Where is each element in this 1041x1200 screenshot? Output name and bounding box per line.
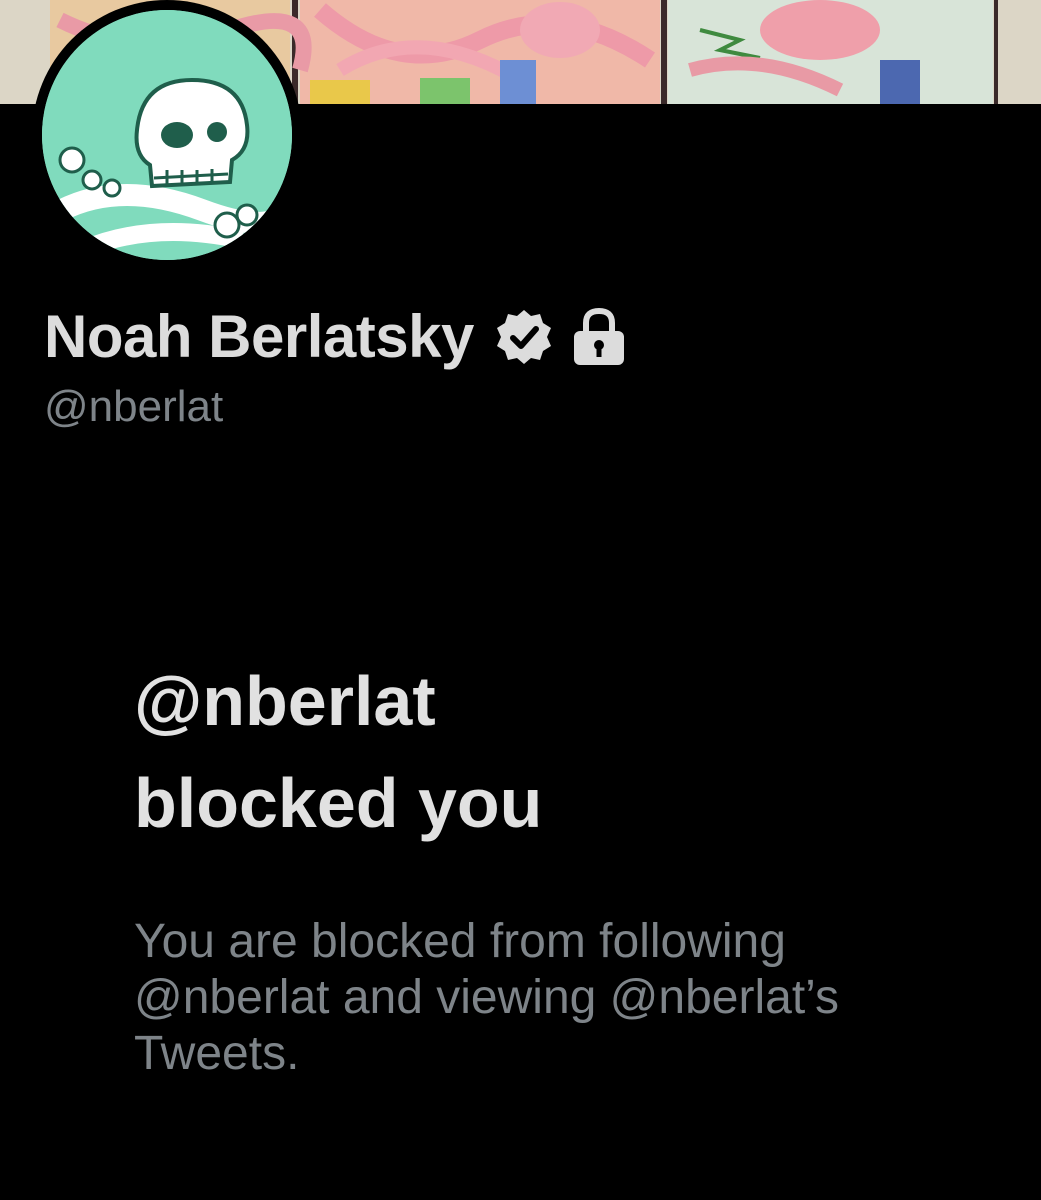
blocked-title-handle: @nberlat (134, 662, 436, 740)
avatar[interactable] (42, 10, 292, 260)
lock-icon (570, 307, 628, 367)
blocked-description: You are blocked from following @nberlat … (134, 915, 839, 1080)
profile-name-row: Noah Berlatsky (44, 302, 628, 371)
verified-badge-icon[interactable] (494, 307, 554, 367)
blocked-title-text: blocked you (134, 764, 543, 842)
display-name: Noah Berlatsky (44, 303, 474, 370)
skull-avatar-image (42, 10, 292, 260)
avatar-frame[interactable] (32, 0, 302, 270)
profile-handle: @nberlat (44, 382, 224, 431)
blocked-title: @nberlat blocked you (134, 650, 542, 854)
